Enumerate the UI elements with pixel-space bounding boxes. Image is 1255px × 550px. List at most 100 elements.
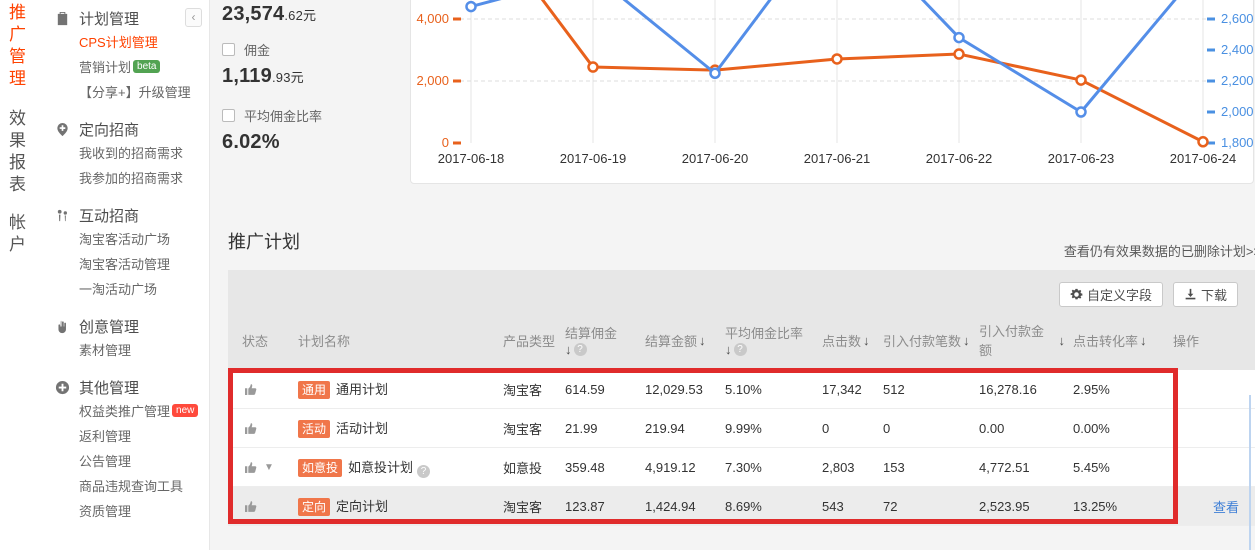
commission-checkbox-label: 佣金	[244, 40, 270, 59]
left-axis-tick	[453, 18, 461, 21]
sidebar-group-2[interactable]: 互动招商	[55, 203, 210, 227]
help-icon[interactable]: ?	[574, 343, 587, 356]
sort-desc-icon[interactable]: ↓	[565, 342, 572, 357]
type-cell: 淘宝客	[495, 380, 557, 399]
cvr-cell: 5.45%	[1065, 460, 1165, 475]
col-header-line2: ↓?	[565, 342, 637, 357]
col-header-line1: 点击数↓	[822, 331, 875, 350]
trend-chart-card: 02,0004,0001,8002,0002,2002,4002,6002017…	[410, 0, 1254, 184]
sidebar-item-label: CPS计划管理	[79, 35, 158, 50]
download-button[interactable]: 下载	[1173, 282, 1238, 307]
col-header-label: 产品类型	[503, 331, 555, 350]
col-header-label: 操作	[1173, 331, 1199, 350]
vnav-item-reports[interactable]: 效果报表	[9, 108, 29, 196]
sidebar-group-1[interactable]: 定向招商	[55, 117, 210, 141]
orders-cell: 0	[875, 421, 971, 436]
sidebar-item-2-2[interactable]: 一淘活动广场	[55, 277, 210, 302]
sidebar-item-2-0[interactable]: 淘宝客活动广场	[55, 227, 210, 252]
thumb-up-icon[interactable]	[243, 381, 259, 397]
clicks-cell: 0	[814, 421, 875, 436]
gear-icon	[1070, 288, 1083, 301]
plan-name-cell: 活动活动计划	[290, 418, 495, 438]
vnav-item-account[interactable]: 帐户	[9, 212, 29, 256]
cvr-cell: 13.25%	[1065, 499, 1165, 514]
sidebar-item-4-0[interactable]: 权益类推广管理new	[55, 399, 210, 424]
sidebar-item-2-1[interactable]: 淘宝客活动管理	[55, 252, 210, 277]
col-header-label: 计划名称	[298, 331, 350, 350]
avg-rate-checkbox[interactable]	[222, 109, 235, 122]
customize-fields-button[interactable]: 自定义字段	[1059, 282, 1163, 307]
thumb-up-icon[interactable]	[243, 459, 259, 475]
download-icon	[1184, 288, 1197, 301]
sidebar-item-label: 淘宝客活动广场	[79, 232, 170, 247]
sidebar-item-0-0[interactable]: CPS计划管理	[55, 30, 210, 55]
col-header-label: 平均佣金比率	[725, 323, 803, 342]
amount-cell: 219.94	[637, 421, 717, 436]
sidebar-item-label: 我收到的招商需求	[79, 146, 183, 161]
help-icon[interactable]: ?	[417, 465, 430, 478]
vnav-item-promotion[interactable]: 推广管理	[9, 2, 29, 90]
amount-cell: 12,029.53	[637, 382, 717, 397]
col-header-label: 引入付款金额	[979, 321, 1057, 359]
thumb-up-icon[interactable]	[243, 498, 259, 514]
data-point	[955, 33, 964, 42]
col-header-label: 状态	[242, 331, 268, 350]
commission-checkbox[interactable]	[222, 43, 235, 56]
chevron-down-icon[interactable]: ▼	[264, 462, 274, 473]
col-header-2: 产品类型	[495, 310, 557, 370]
sidebar-item-4-2[interactable]: 公告管理	[55, 449, 210, 474]
col-header-3: 结算佣金↓?	[557, 310, 637, 370]
col-header-line1: 结算金额↓	[645, 331, 717, 350]
sidebar-group-label: 计划管理	[79, 8, 139, 29]
stat-value-1: 23,574.62元	[222, 3, 402, 26]
sidebar-item-0-1[interactable]: 营销计划beta	[55, 55, 210, 80]
sort-desc-icon[interactable]: ↓	[1140, 333, 1147, 348]
col-header-label: 点击转化率	[1073, 331, 1138, 350]
clicks-cell: 543	[814, 499, 875, 514]
sidebar-item-label: 【分享+】升级管理	[79, 85, 191, 100]
sidebar-group-3[interactable]: 创意管理	[55, 314, 210, 338]
sidebar-group-label: 创意管理	[79, 316, 139, 337]
right-axis-label: 2,400	[1221, 42, 1254, 57]
plan-type-badge: 如意投	[298, 459, 342, 477]
help-icon[interactable]: ?	[734, 343, 747, 356]
pay_amount-cell: 16,278.16	[971, 382, 1065, 397]
col-header-label: 结算金额	[645, 331, 697, 350]
avg_rate-cell: 7.30%	[717, 460, 814, 475]
deleted-plans-link[interactable]: 查看仍有效果数据的已删除计划>>	[1064, 241, 1255, 260]
clicks-cell: 2,803	[814, 460, 875, 475]
table-row: ▼如意投如意投计划?如意投359.484,919.127.30%2,803153…	[228, 448, 1255, 487]
sidebar-collapse-button[interactable]: ‹	[185, 8, 202, 27]
col-header-label: 引入付款笔数	[883, 331, 961, 350]
table-row: 定向定向计划淘宝客123.871,424.948.69%543722,523.9…	[228, 487, 1255, 526]
sidebar-item-4-3[interactable]: 商品违规查询工具	[55, 474, 210, 499]
sidebar-item-label: 返利管理	[79, 429, 131, 444]
sort-desc-icon[interactable]: ↓	[863, 333, 870, 348]
sidebar-item-0-2[interactable]: 【分享+】升级管理	[55, 80, 210, 105]
left-axis-label: 4,000	[416, 11, 449, 26]
pin-plus-icon	[55, 122, 70, 137]
cvr-cell: 2.95%	[1065, 382, 1165, 397]
sort-desc-icon[interactable]: ↓	[699, 333, 706, 348]
sort-desc-icon[interactable]: ↓	[963, 333, 970, 348]
view-link[interactable]: 查看	[1173, 500, 1239, 515]
plan-type-badge: 通用	[298, 381, 330, 399]
plan-name: 活动计划	[336, 421, 388, 436]
sort-desc-icon[interactable]: ↓	[725, 342, 732, 357]
col-header-line1: 计划名称	[298, 331, 495, 350]
sidebar-item-label: 一淘活动广场	[79, 282, 157, 297]
sidebar-item-1-0[interactable]: 我收到的招商需求	[55, 141, 210, 166]
sidebar-item-4-4[interactable]: 资质管理	[55, 499, 210, 524]
data-point	[955, 50, 964, 59]
sidebar-item-3-0[interactable]: 素材管理	[55, 338, 210, 363]
sidebar-item-1-1[interactable]: 我参加的招商需求	[55, 166, 210, 191]
data-point	[711, 69, 720, 78]
col-header-9: 点击转化率↓	[1065, 310, 1165, 370]
thumb-up-icon[interactable]	[243, 420, 259, 436]
sidebar-group-label: 互动招商	[79, 205, 139, 226]
avg-rate-checkbox-label: 平均佣金比率	[244, 106, 322, 125]
col-header-line1: 引入付款笔数↓	[883, 331, 971, 350]
sidebar-group-4[interactable]: 其他管理	[55, 375, 210, 399]
col-header-label: 结算佣金	[565, 323, 617, 342]
sidebar-item-4-1[interactable]: 返利管理	[55, 424, 210, 449]
